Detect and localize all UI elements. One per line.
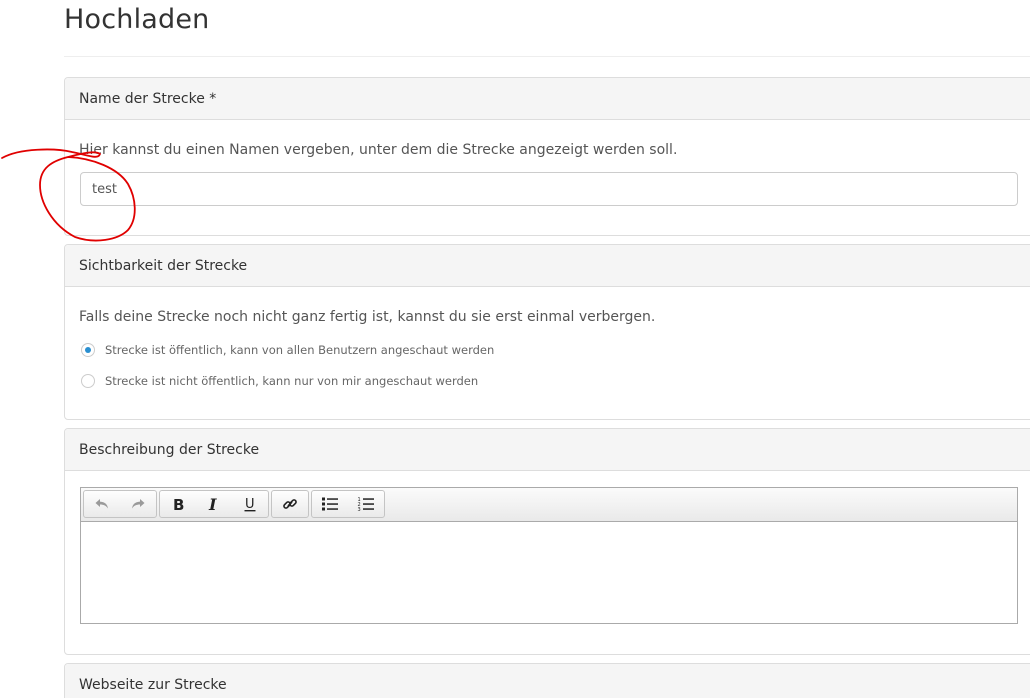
editor-toolbar: B I U 1 2 3 — [81, 488, 1017, 522]
undo-icon — [95, 499, 108, 509]
description-panel: Beschreibung der Strecke B I U 1 2 3 — [64, 428, 1030, 655]
link-icon — [283, 499, 297, 509]
link-button[interactable] — [272, 491, 308, 517]
name-help-text: Hier kannst du einen Namen vergeben, unt… — [79, 142, 678, 158]
public-radio-label[interactable]: Strecke ist öffentlich, kann von allen B… — [105, 343, 494, 357]
website-panel-heading: Webseite zur Strecke — [65, 664, 1030, 698]
numbered-list-button[interactable]: 1 2 3 — [348, 491, 384, 517]
title-divider — [64, 56, 1030, 57]
visibility-option-private[interactable]: Strecke ist nicht öffentlich, kann nur v… — [81, 373, 478, 389]
italic-icon: I — [208, 496, 217, 512]
rich-text-editor: B I U 1 2 3 — [80, 487, 1018, 624]
link-button-group — [271, 490, 309, 518]
bold-icon: B — [173, 496, 184, 512]
route-name-input[interactable] — [80, 172, 1018, 206]
bullet-list-button[interactable] — [312, 491, 348, 517]
editor-content-area[interactable] — [81, 522, 1017, 623]
visibility-panel-heading: Sichtbarkeit der Strecke — [65, 245, 1030, 287]
bold-button[interactable]: B — [160, 491, 196, 517]
undo-button[interactable] — [84, 491, 120, 517]
public-radio[interactable] — [81, 343, 95, 357]
numbered-list-icon: 1 2 3 — [358, 497, 374, 512]
visibility-panel: Sichtbarkeit der Strecke Falls deine Str… — [64, 244, 1030, 420]
underline-button[interactable]: U — [232, 491, 268, 517]
format-button-group: B I U — [159, 490, 269, 518]
history-button-group — [83, 490, 157, 518]
bullet-list-icon — [322, 497, 338, 511]
name-panel: Name der Strecke * Hier kannst du einen … — [64, 77, 1030, 236]
website-panel: Webseite zur Strecke — [64, 663, 1030, 698]
svg-text:I: I — [208, 496, 217, 512]
upload-page: Hochladen Name der Strecke * Hier kannst… — [0, 0, 1030, 698]
redo-button[interactable] — [120, 491, 156, 517]
italic-button[interactable]: I — [196, 491, 232, 517]
svg-text:U: U — [245, 497, 255, 512]
description-panel-heading: Beschreibung der Strecke — [65, 429, 1030, 471]
visibility-option-public[interactable]: Strecke ist öffentlich, kann von allen B… — [81, 342, 494, 358]
list-button-group: 1 2 3 — [311, 490, 385, 518]
page-title: Hochladen — [64, 4, 210, 35]
svg-text:3: 3 — [358, 507, 361, 512]
svg-text:B: B — [173, 496, 184, 512]
visibility-help-text: Falls deine Strecke noch nicht ganz fert… — [79, 309, 656, 325]
name-panel-heading: Name der Strecke * — [65, 78, 1030, 120]
redo-icon — [132, 499, 145, 509]
underline-icon: U — [244, 497, 256, 512]
private-radio-label[interactable]: Strecke ist nicht öffentlich, kann nur v… — [105, 374, 478, 388]
private-radio[interactable] — [81, 374, 95, 388]
